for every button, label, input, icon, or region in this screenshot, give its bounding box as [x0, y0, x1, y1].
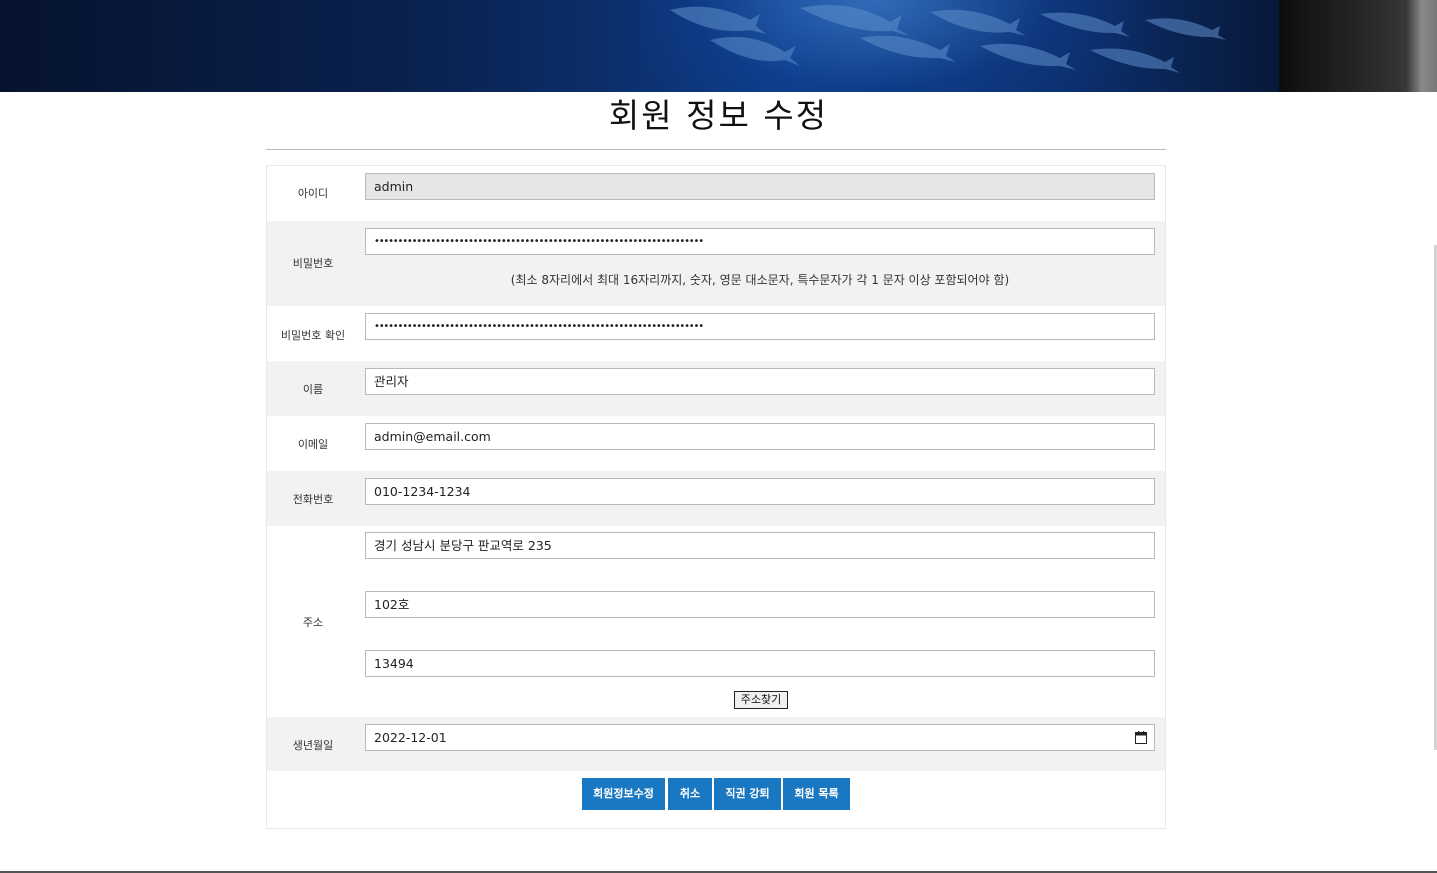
name-field[interactable]: 관리자	[365, 368, 1155, 395]
address-label: 주소	[302, 616, 324, 629]
address-line2-field[interactable]: 102호	[365, 591, 1155, 618]
row-id: 아이디 admin	[267, 166, 1165, 221]
row-birthdate: 생년월일 2022-12-01	[267, 717, 1165, 771]
password-field[interactable]: ••••••••••••••••••••••••••••••••••••••••…	[365, 228, 1155, 255]
demote-member-button[interactable]: 직권 강퇴	[714, 778, 781, 810]
action-buttons: 회원정보수정 취소 직권 강퇴 회원 목록	[267, 778, 1165, 810]
id-label: 아이디	[297, 187, 329, 200]
cancel-button[interactable]: 취소	[668, 778, 712, 810]
member-list-button[interactable]: 회원 목록	[783, 778, 850, 810]
password-hint: (최소 8자리에서 최대 16자리까지, 숫자, 영문 대소문자, 특수문자가 …	[510, 273, 1010, 287]
row-email: 이메일 admin@email.com	[267, 416, 1165, 471]
find-address-button[interactable]: 주소찾기	[734, 691, 788, 709]
page-title: 회원 정보 수정	[608, 96, 829, 135]
fish-school-graphic	[670, 5, 1226, 73]
email-field[interactable]: admin@email.com	[365, 423, 1155, 450]
name-label: 이름	[302, 383, 324, 396]
header-banner-image	[0, 0, 1437, 92]
phone-field[interactable]: 010-1234-1234	[365, 478, 1155, 505]
password-label: 비밀번호	[292, 257, 334, 270]
row-address: 주소 경기 성남시 분당구 판교역로 235 102호 13494 주소찾기	[267, 526, 1165, 717]
row-phone: 전화번호 010-1234-1234	[267, 471, 1165, 526]
password-confirm-label: 비밀번호 확인	[280, 329, 346, 342]
birthdate-label: 생년월일	[292, 739, 334, 752]
member-edit-form: 아이디 admin 비밀번호 •••••••••••••••••••••••••…	[266, 165, 1166, 829]
row-password: 비밀번호 •••••••••••••••••••••••••••••••••••…	[267, 221, 1165, 306]
password-confirm-field[interactable]: ••••••••••••••••••••••••••••••••••••••••…	[365, 313, 1155, 340]
birthdate-value: 2022-12-01	[374, 730, 447, 745]
calendar-icon[interactable]	[1135, 731, 1147, 744]
birthdate-field[interactable]: 2022-12-01	[365, 724, 1155, 751]
update-member-button[interactable]: 회원정보수정	[582, 778, 665, 810]
phone-label: 전화번호	[292, 493, 334, 506]
row-name: 이름 관리자	[267, 361, 1165, 416]
id-field: admin	[365, 173, 1155, 200]
title-divider	[266, 149, 1166, 150]
row-password-confirm: 비밀번호 확인 ••••••••••••••••••••••••••••••••…	[267, 306, 1165, 361]
zipcode-field[interactable]: 13494	[365, 650, 1155, 677]
email-label: 이메일	[297, 438, 329, 451]
address-line1-field[interactable]: 경기 성남시 분당구 판교역로 235	[365, 532, 1155, 559]
